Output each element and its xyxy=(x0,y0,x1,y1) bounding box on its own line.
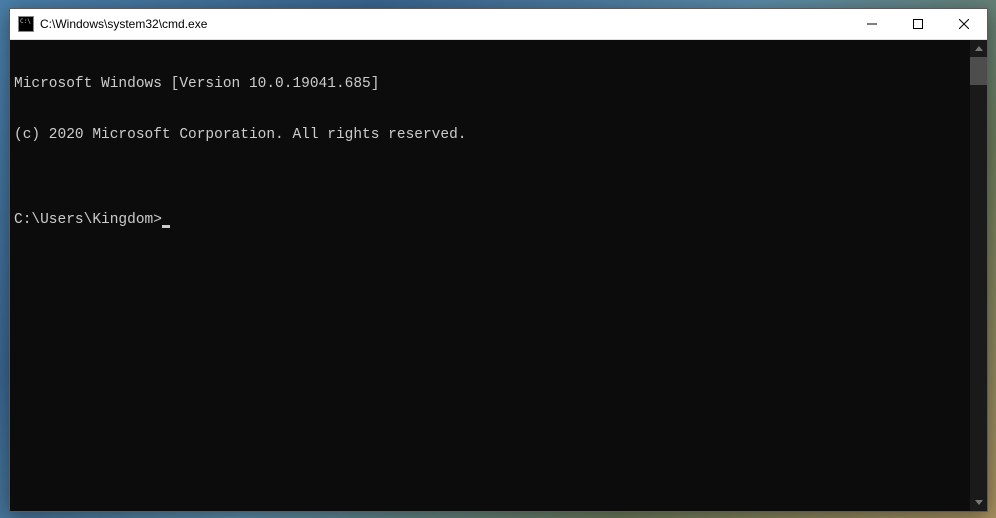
terminal-output-line: Microsoft Windows [Version 10.0.19041.68… xyxy=(14,76,966,93)
scrollbar-down-arrow[interactable] xyxy=(970,494,987,511)
terminal-output-line: (c) 2020 Microsoft Corporation. All righ… xyxy=(14,127,966,144)
terminal-cursor xyxy=(162,225,170,228)
terminal-content[interactable]: Microsoft Windows [Version 10.0.19041.68… xyxy=(10,40,970,511)
terminal-prompt-line: C:\Users\Kingdom> xyxy=(14,212,966,229)
chevron-down-icon xyxy=(975,500,983,505)
maximize-button[interactable] xyxy=(895,9,941,39)
titlebar[interactable]: C:\Windows\system32\cmd.exe xyxy=(10,9,987,40)
scrollbar-thumb[interactable] xyxy=(970,57,987,85)
vertical-scrollbar[interactable] xyxy=(970,40,987,511)
cmd-icon xyxy=(18,16,34,32)
terminal-body: Microsoft Windows [Version 10.0.19041.68… xyxy=(10,40,987,511)
chevron-up-icon xyxy=(975,46,983,51)
close-button[interactable] xyxy=(941,9,987,39)
terminal-prompt: C:\Users\Kingdom> xyxy=(14,212,162,229)
cmd-window: C:\Windows\system32\cmd.exe Microsoft Wi… xyxy=(9,8,988,512)
scrollbar-track[interactable] xyxy=(970,57,987,494)
minimize-icon xyxy=(867,19,877,29)
scrollbar-up-arrow[interactable] xyxy=(970,40,987,57)
window-title: C:\Windows\system32\cmd.exe xyxy=(40,17,849,31)
close-icon xyxy=(959,19,969,29)
minimize-button[interactable] xyxy=(849,9,895,39)
maximize-icon xyxy=(913,19,923,29)
window-controls xyxy=(849,9,987,39)
